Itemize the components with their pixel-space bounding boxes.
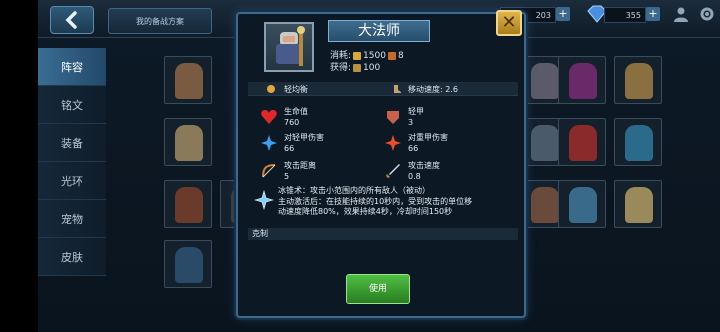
use-button[interactable]: 使用 [346,274,410,304]
hero-slot[interactable] [614,56,662,104]
left-black-band [0,0,38,332]
light-damage-value: 66 [284,144,295,153]
gain-value: 100 [363,63,381,73]
gold-icon [353,51,362,60]
sword-icon [386,164,400,178]
counter-label: 克制 [248,228,518,240]
category-tabs: 阵容 铭文 装备 光环 宠物 皮肤 [38,48,106,276]
traits-row: 轻均衡 移动速度: 2.6 [248,82,518,96]
tab-pet[interactable]: 宠物 [38,200,106,238]
skill-line-1: 冰锥术：攻击小范围内的所有敌人（被动） [278,186,430,195]
tab-aura[interactable]: 光环 [38,162,106,200]
armor-label: 轻甲 [408,107,424,116]
hero-slot[interactable] [558,180,606,228]
token-icon [387,51,396,60]
attack-speed-value: 0.8 [408,172,421,181]
range-value: 5 [284,172,290,181]
archmage-portrait-icon [276,26,305,66]
gain-label: 获得: [330,63,352,73]
back-button[interactable] [50,6,94,34]
range-label: 攻击距离 [284,161,316,170]
hero-slot[interactable] [164,118,212,166]
hero-slot[interactable] [614,180,662,228]
skill-line-3: 动速度降低80%，效果持续4秒，冷却时间150秒 [278,207,453,216]
skill-description: 冰锥术：攻击小范围内的所有敌人（被动） 主动激活后：在技能持续的10秒内，受到攻… [248,186,518,226]
tab-lineup[interactable]: 阵容 [38,48,106,86]
hero-portrait [264,22,314,72]
blue-burst-icon [261,135,277,151]
heart-icon [261,110,277,124]
unit-type-label: 轻均衡 [284,85,308,94]
formation-plan-button[interactable]: 我的备战方案 [108,8,212,34]
user-icon[interactable] [672,6,690,24]
cost-label: 消耗: [330,51,352,61]
tab-skin[interactable]: 皮肤 [38,238,106,276]
skill-line-2: 主动激活后：在技能持续的10秒内，受到攻击的单位移 [278,196,473,206]
hp-value: 760 [284,118,300,127]
armor-icon [387,111,399,124]
attack-speed-label: 攻击速度 [408,161,440,170]
game-screen: 我的备战方案 203 + 355 + 阵容 铭文 装备 光环 宠物 皮肤 大法师… [0,0,720,332]
red-burst-icon [385,135,401,151]
close-button[interactable]: ✕ [496,10,522,36]
armor-value: 3 [408,118,414,127]
tab-equipment[interactable]: 装备 [38,124,106,162]
balance-icon [267,85,275,93]
add-gold-button[interactable]: + [556,7,570,21]
move-speed-label: 移动速度: 2.6 [408,85,458,94]
cost-gold-value: 1500 [363,51,386,61]
hero-slot[interactable] [558,118,606,166]
heavy-damage-value: 66 [408,144,419,153]
boot-icon [394,85,401,93]
cost-other-value: 8 [397,51,404,61]
hero-slot[interactable] [614,118,662,166]
hero-slot[interactable] [558,56,606,104]
hp-label: 生命值 [284,107,308,116]
ice-shard-icon [254,190,274,210]
tab-inscription[interactable]: 铭文 [38,86,106,124]
chevron-left-icon [65,11,77,29]
heavy-damage-label: 对重甲伤害 [408,133,448,142]
gem-counter: 355 [604,7,646,23]
hero-slot[interactable] [164,240,212,288]
bow-icon [262,164,276,178]
gear-icon[interactable] [698,6,716,24]
hero-slot[interactable] [164,180,212,228]
light-damage-label: 对轻甲伤害 [284,133,324,142]
add-gem-button[interactable]: + [646,7,660,21]
hero-cost-info: 消耗: 1500 8 获得: 100 [330,50,404,74]
reward-icon [353,63,362,72]
hero-name: 大法师 [328,20,430,42]
hero-detail-dialog: 大法师 消耗: 1500 8 获得: 100 ✕ 轻均衡 移动速度: 2.6 生命值 7… [236,10,526,318]
hero-slot[interactable] [164,56,212,104]
